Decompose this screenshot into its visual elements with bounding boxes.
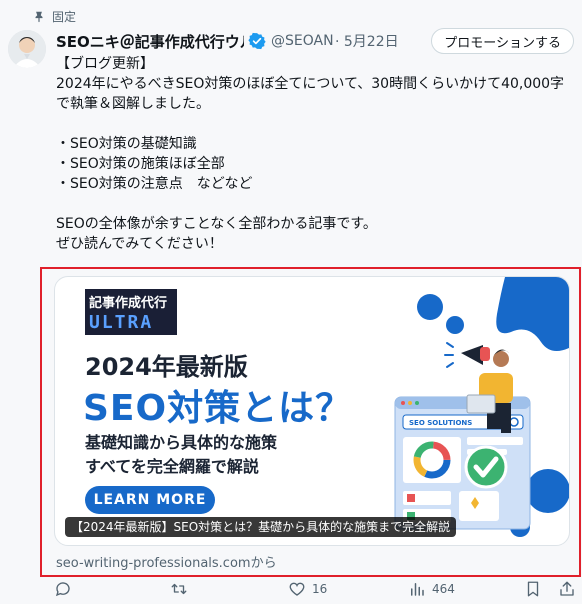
author-handle[interactable]: @SEOANI — [271, 33, 333, 49]
highlight-box — [40, 267, 581, 577]
like-count: 16 — [312, 582, 328, 596]
like-button[interactable]: 16 — [288, 580, 327, 598]
tweet-text: 【ブログ更新】 2024年にやるべきSEO対策のほぼ全てについて、30時間くらい… — [56, 56, 565, 252]
share-button[interactable] — [558, 580, 576, 598]
repost-button[interactable] — [170, 580, 188, 598]
reply-icon — [55, 582, 70, 597]
views-button[interactable]: 464 — [408, 580, 455, 598]
bookmark-button[interactable] — [524, 580, 542, 598]
tweet-header: SEOニキ＠記事作成代行ウル @SEOANI · 5月22日 プロモーションする — [56, 28, 574, 54]
view-count: 464 — [432, 582, 455, 596]
share-icon — [560, 581, 574, 596]
repost-icon — [171, 583, 187, 595]
heart-icon — [289, 582, 305, 596]
pinned-indicator: 固定 — [32, 8, 76, 25]
author-name[interactable]: SEOニキ＠記事作成代行ウル — [56, 31, 244, 52]
card-source[interactable]: seo-writing-professionals.comから — [56, 552, 277, 571]
promote-button[interactable]: プロモーションする — [431, 28, 574, 54]
post-date[interactable]: · 5月22日 — [335, 31, 399, 51]
verified-badge-icon — [248, 32, 266, 50]
action-bar: 16 464 — [52, 580, 578, 602]
pin-icon — [35, 11, 43, 22]
avatar[interactable] — [8, 30, 46, 68]
bookmark-icon — [527, 581, 539, 597]
analytics-icon — [411, 583, 424, 596]
pinned-label: 固定 — [52, 10, 77, 24]
reply-button[interactable] — [54, 580, 72, 598]
